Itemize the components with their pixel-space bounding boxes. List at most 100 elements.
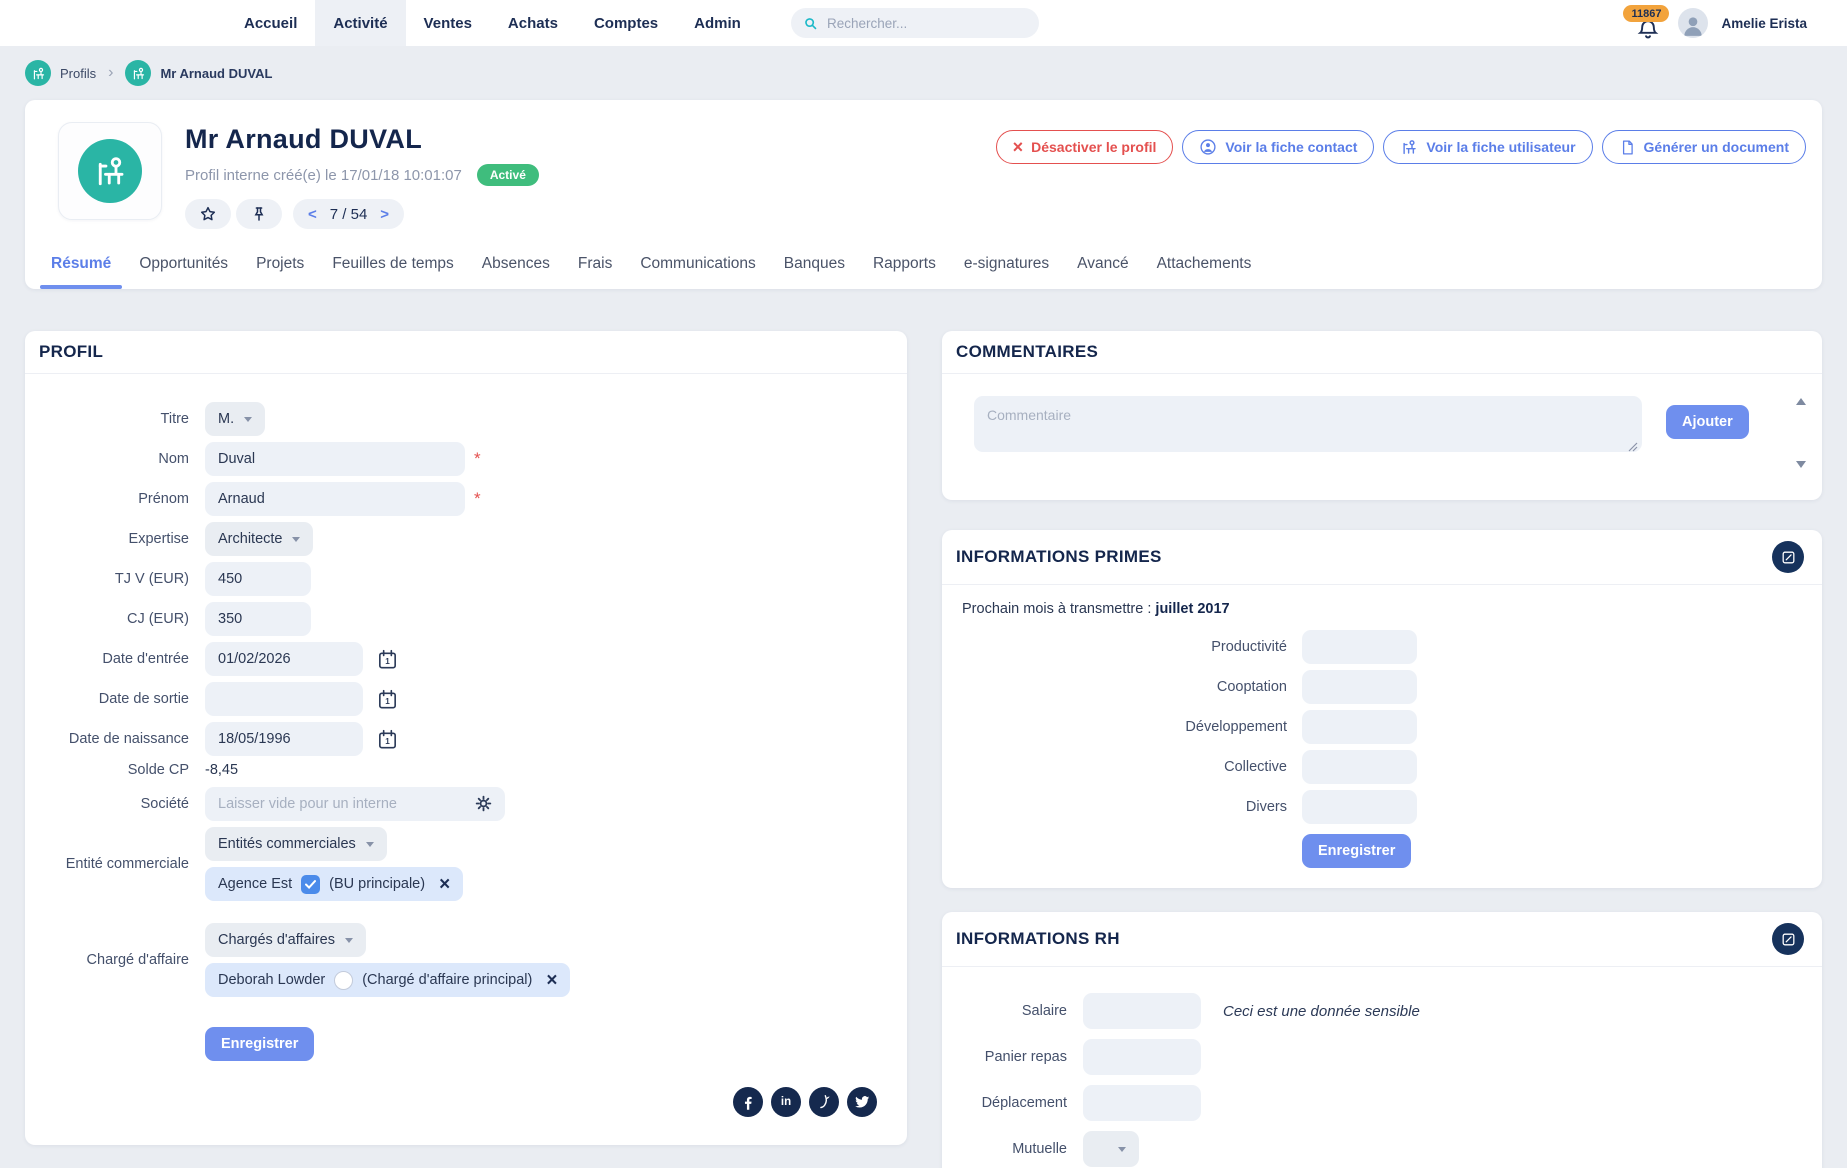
profile-avatar-box (58, 122, 162, 220)
tab-projets[interactable]: Projets (242, 255, 318, 289)
date-naissance-calendar-button[interactable] (376, 728, 399, 751)
person-desk-icon (92, 153, 128, 189)
tab-opportunites[interactable]: Opportunités (125, 255, 242, 289)
add-comment-button[interactable]: Ajouter (1666, 405, 1749, 439)
cj-input[interactable] (205, 602, 311, 636)
charge-affaire-chip: Deborah Lowder (Chargé d'affaire princip… (205, 963, 570, 997)
informations-primes-card: INFORMATIONS PRIMES Prochain mois à tran… (942, 530, 1822, 888)
nav-item-comptes[interactable]: Comptes (576, 0, 676, 46)
prenom-input[interactable] (205, 482, 465, 516)
pager-previous-icon[interactable]: < (308, 206, 317, 223)
entite-commerciale-label: Entité commerciale (39, 856, 189, 872)
cooptation-input[interactable] (1302, 670, 1417, 704)
profile-actions: × Désactiver le profil Voir la fiche con… (996, 130, 1806, 164)
mutuelle-select[interactable] (1083, 1131, 1139, 1167)
charge-principal-checkbox[interactable] (334, 971, 353, 990)
primes-save-button[interactable]: Enregistrer (1302, 834, 1411, 868)
user-name[interactable]: Amelie Erista (1721, 16, 1807, 31)
remove-entite-icon[interactable]: × (439, 875, 450, 894)
prenom-label: Prénom (39, 491, 189, 507)
panier-repas-input[interactable] (1083, 1039, 1201, 1075)
salaire-input[interactable] (1083, 993, 1201, 1029)
breadcrumb-current[interactable]: Mr Arnaud DUVAL (160, 66, 272, 81)
date-naissance-label: Date de naissance (39, 731, 189, 747)
date-naissance-input[interactable] (205, 722, 363, 756)
tab-feuilles-de-temps[interactable]: Feuilles de temps (318, 255, 467, 289)
date-sortie-calendar-button[interactable] (376, 688, 399, 711)
nav-item-admin[interactable]: Admin (676, 0, 759, 46)
pager-next-icon[interactable]: > (380, 206, 389, 223)
comment-textarea[interactable] (974, 396, 1642, 452)
entites-commerciales-select[interactable]: Entités commerciales (205, 827, 387, 861)
facebook-icon[interactable] (733, 1087, 763, 1117)
titre-select[interactable]: M. (205, 402, 265, 436)
deactivate-profile-button[interactable]: × Désactiver le profil (996, 130, 1174, 164)
date-entree-calendar-button[interactable] (376, 648, 399, 671)
rh-card-title: INFORMATIONS RH (956, 929, 1120, 949)
charges-affaires-select[interactable]: Chargés d'affaires (205, 923, 366, 957)
global-search[interactable] (791, 8, 1039, 38)
tab-rapports[interactable]: Rapports (859, 255, 950, 289)
tjv-input[interactable] (205, 562, 311, 596)
scroll-down-icon[interactable] (1796, 461, 1806, 468)
date-sortie-input[interactable] (205, 682, 363, 716)
nav-item-accueil[interactable]: Accueil (226, 0, 315, 46)
viadeo-icon[interactable] (809, 1087, 839, 1117)
search-input[interactable] (827, 16, 1027, 31)
remove-charge-icon[interactable]: × (546, 971, 557, 990)
generate-document-button[interactable]: Générer un document (1602, 130, 1806, 164)
developpement-input[interactable] (1302, 710, 1417, 744)
tab-absences[interactable]: Absences (468, 255, 564, 289)
tab-attachements[interactable]: Attachements (1143, 255, 1266, 289)
deplacement-input[interactable] (1083, 1085, 1201, 1121)
societe-settings-button[interactable] (473, 793, 494, 814)
edit-rh-button[interactable] (1772, 923, 1804, 955)
profile-pager: < 7 / 54 > (293, 199, 404, 229)
tab-resume[interactable]: Résumé (37, 255, 125, 289)
pin-button[interactable] (236, 199, 282, 229)
scroll-up-icon[interactable] (1796, 398, 1806, 405)
right-column: COMMENTAIRES Ajouter INFORMATIONS PRIMES (942, 331, 1822, 1168)
divers-input[interactable] (1302, 790, 1417, 824)
societe-input[interactable] (205, 787, 505, 821)
pager-position: 7 / 54 (330, 206, 368, 223)
bu-principale-checkbox[interactable] (301, 875, 320, 894)
nom-input[interactable] (205, 442, 465, 476)
tab-avance[interactable]: Avancé (1063, 255, 1142, 289)
favorite-button[interactable] (185, 199, 231, 229)
solde-cp-label: Solde CP (39, 762, 189, 778)
nav-item-activite[interactable]: Activité (315, 0, 405, 46)
view-contact-label: Voir la fiche contact (1225, 139, 1357, 155)
chevron-down-icon (366, 842, 374, 847)
edit-primes-button[interactable] (1772, 541, 1804, 573)
entites-commerciales-value: Entités commerciales (218, 836, 356, 852)
linkedin-icon[interactable]: in (771, 1087, 801, 1117)
profil-card: PROFIL Titre M. Nom * Prénom * E (25, 331, 907, 1145)
twitter-icon[interactable] (847, 1087, 877, 1117)
nav-item-ventes[interactable]: Ventes (406, 0, 490, 46)
nav-item-achats[interactable]: Achats (490, 0, 576, 46)
view-user-button[interactable]: Voir la fiche utilisateur (1383, 130, 1592, 164)
user-avatar[interactable] (1678, 8, 1708, 38)
productivite-label: Productivité (962, 639, 1287, 655)
tab-frais[interactable]: Frais (564, 255, 626, 289)
tab-communications[interactable]: Communications (626, 255, 769, 289)
date-entree-input[interactable] (205, 642, 363, 676)
societe-label: Société (39, 796, 189, 812)
tab-banques[interactable]: Banques (770, 255, 859, 289)
close-icon: × (1013, 138, 1024, 156)
comments-scrollbar[interactable] (1794, 396, 1808, 470)
check-icon (305, 880, 316, 889)
pin-icon (250, 205, 268, 223)
view-contact-button[interactable]: Voir la fiche contact (1182, 130, 1374, 164)
gear-icon (473, 793, 494, 814)
productivite-input[interactable] (1302, 630, 1417, 664)
calendar-icon (376, 728, 399, 751)
notifications-button[interactable]: 11867 (1631, 5, 1665, 41)
profil-save-button[interactable]: Enregistrer (205, 1027, 314, 1061)
breadcrumb-profils[interactable]: Profils (60, 66, 96, 81)
tab-e-signatures[interactable]: e-signatures (950, 255, 1063, 289)
solde-cp-value: -8,45 (205, 762, 238, 778)
collective-input[interactable] (1302, 750, 1417, 784)
expertise-select[interactable]: Architecte (205, 522, 313, 556)
